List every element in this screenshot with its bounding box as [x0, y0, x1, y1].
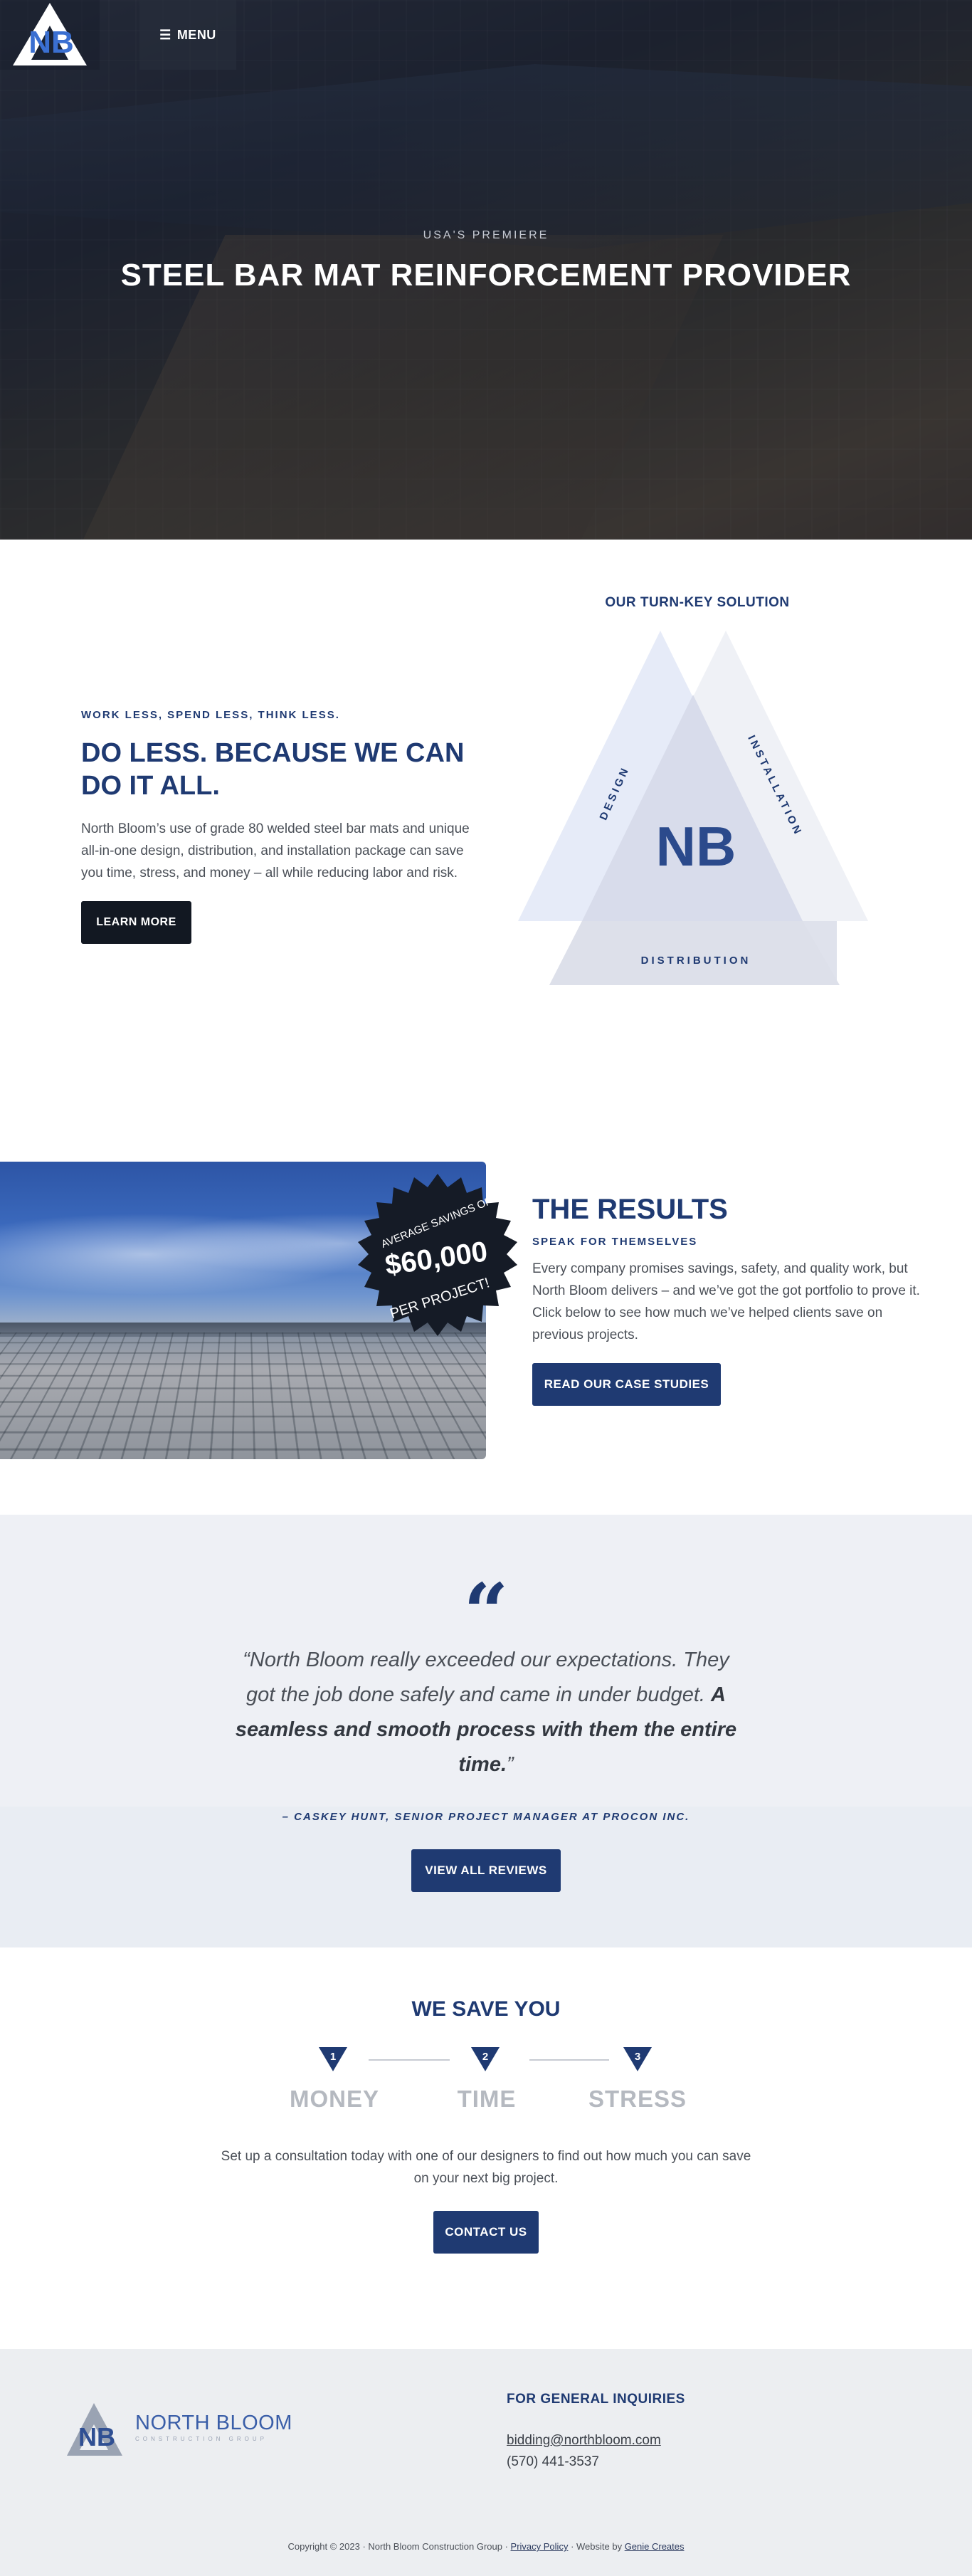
menu-label: MENU [176, 27, 216, 42]
nb-center-logo: NB [656, 815, 736, 878]
website-by-text: · Website by [568, 2541, 625, 2552]
footer-logo-link[interactable]: NB [67, 2400, 131, 2467]
hero-eyebrow: USA'S PREMIERE [423, 229, 549, 241]
contact-us-button[interactable]: CONTACT US [433, 2211, 539, 2254]
distribution-label: DISTRIBUTION [641, 955, 751, 967]
intro-body: North Bloom’s use of grade 80 welded ste… [81, 821, 470, 880]
copyright-text: Copyright © 2023 · North Bloom Construct… [287, 2541, 511, 2552]
step-word-money: MONEY [289, 2086, 379, 2112]
step-number-1: 1 [330, 2051, 336, 2063]
quote-icon: “ [463, 1566, 509, 1658]
case-studies-button[interactable]: READ OUR CASE STUDIES [532, 1363, 721, 1406]
save-title: WE SAVE YOU [411, 1997, 561, 2021]
results-eyebrow: SPEAK FOR THEMSELVES [532, 1236, 698, 1248]
testimonial-section: “ “North Bloom really exceeded our expec… [0, 1515, 972, 1947]
step-word-time: TIME [457, 2086, 517, 2112]
hero-section: NB ☰ MENU USA'S PREMIERE STEEL BAR MAT R… [0, 0, 972, 540]
svg-text:NB: NB [28, 25, 74, 60]
footer-logo-icon: NB [67, 2403, 122, 2456]
intro-title: DO LESS. BECAUSE WE CAN DO IT ALL. [81, 738, 465, 801]
hamburger-icon: ☰ [159, 27, 171, 42]
distribution-trapezoid [549, 921, 840, 985]
testimonial-quote: “North Bloom really exceeded our expecta… [235, 1643, 737, 1782]
view-reviews-button[interactable]: VIEW ALL REVIEWS [411, 1849, 561, 1892]
home-logo-link[interactable]: NB [0, 0, 100, 70]
privacy-policy-link[interactable]: Privacy Policy [511, 2541, 569, 2552]
north-bloom-logo-icon: NB [13, 3, 87, 65]
quote-end: ” [507, 1753, 514, 1776]
footer: NB NORTH BLOOM CONSTRUCTION GROUP FOR GE… [0, 2349, 972, 2576]
results-title: THE RESULTS [532, 1194, 728, 1225]
footer-copyright: Copyright © 2023 · North Bloom Construct… [0, 2541, 972, 2552]
hero-title: STEEL BAR MAT REINFORCEMENT PROVIDER [120, 258, 852, 293]
menu-button[interactable]: ☰ MENU [139, 0, 236, 70]
testimonial-author: – CASKEY HUNT, SENIOR PROJECT MANAGER AT… [282, 1811, 690, 1823]
footer-brand-name: NORTH BLOOM [135, 2412, 292, 2434]
step-word-stress: STRESS [588, 2086, 687, 2112]
distribution-right-cut [837, 921, 868, 985]
turnkey-diagram: DESIGN INSTALLATION DISTRIBUTION NB [518, 631, 868, 985]
footer-phone: (570) 441-3537 [507, 2454, 599, 2469]
inquiries-title: FOR GENERAL INQUIRIES [507, 2392, 685, 2407]
results-body: Every company promises savings, safety, … [532, 1261, 920, 1342]
intro-eyebrow: WORK LESS, SPEND LESS, THINK LESS. [81, 709, 340, 721]
svg-text:NB: NB [78, 2422, 115, 2451]
page: NB ☰ MENU USA'S PREMIERE STEEL BAR MAT R… [0, 0, 972, 2576]
quote-plain: “North Bloom really exceeded our expecta… [243, 1649, 729, 1706]
step-number-2: 2 [482, 2051, 488, 2063]
footer-email-link[interactable]: bidding@northbloom.com [507, 2433, 661, 2449]
footer-brand-sub: CONSTRUCTION GROUP [135, 2436, 268, 2442]
genie-creates-link[interactable]: Genie Creates [625, 2541, 685, 2552]
step-number-3: 3 [635, 2051, 640, 2063]
results-text-block: THE RESULTS SPEAK FOR THEMSELVES Every c… [532, 1193, 931, 1406]
steps-indicator: 1 2 3 [319, 2047, 652, 2071]
intro-text-block: WORK LESS, SPEND LESS, THINK LESS. DO LE… [81, 709, 480, 944]
savings-badge: AVERAGE SAVINGS OF $60,000 PER PROJECT! [358, 1174, 517, 1336]
turnkey-title: OUR TURN-KEY SOLUTION [605, 595, 790, 610]
learn-more-button[interactable]: LEARN MORE [81, 901, 191, 944]
save-body: Set up a consultation today with one of … [221, 2149, 751, 2186]
